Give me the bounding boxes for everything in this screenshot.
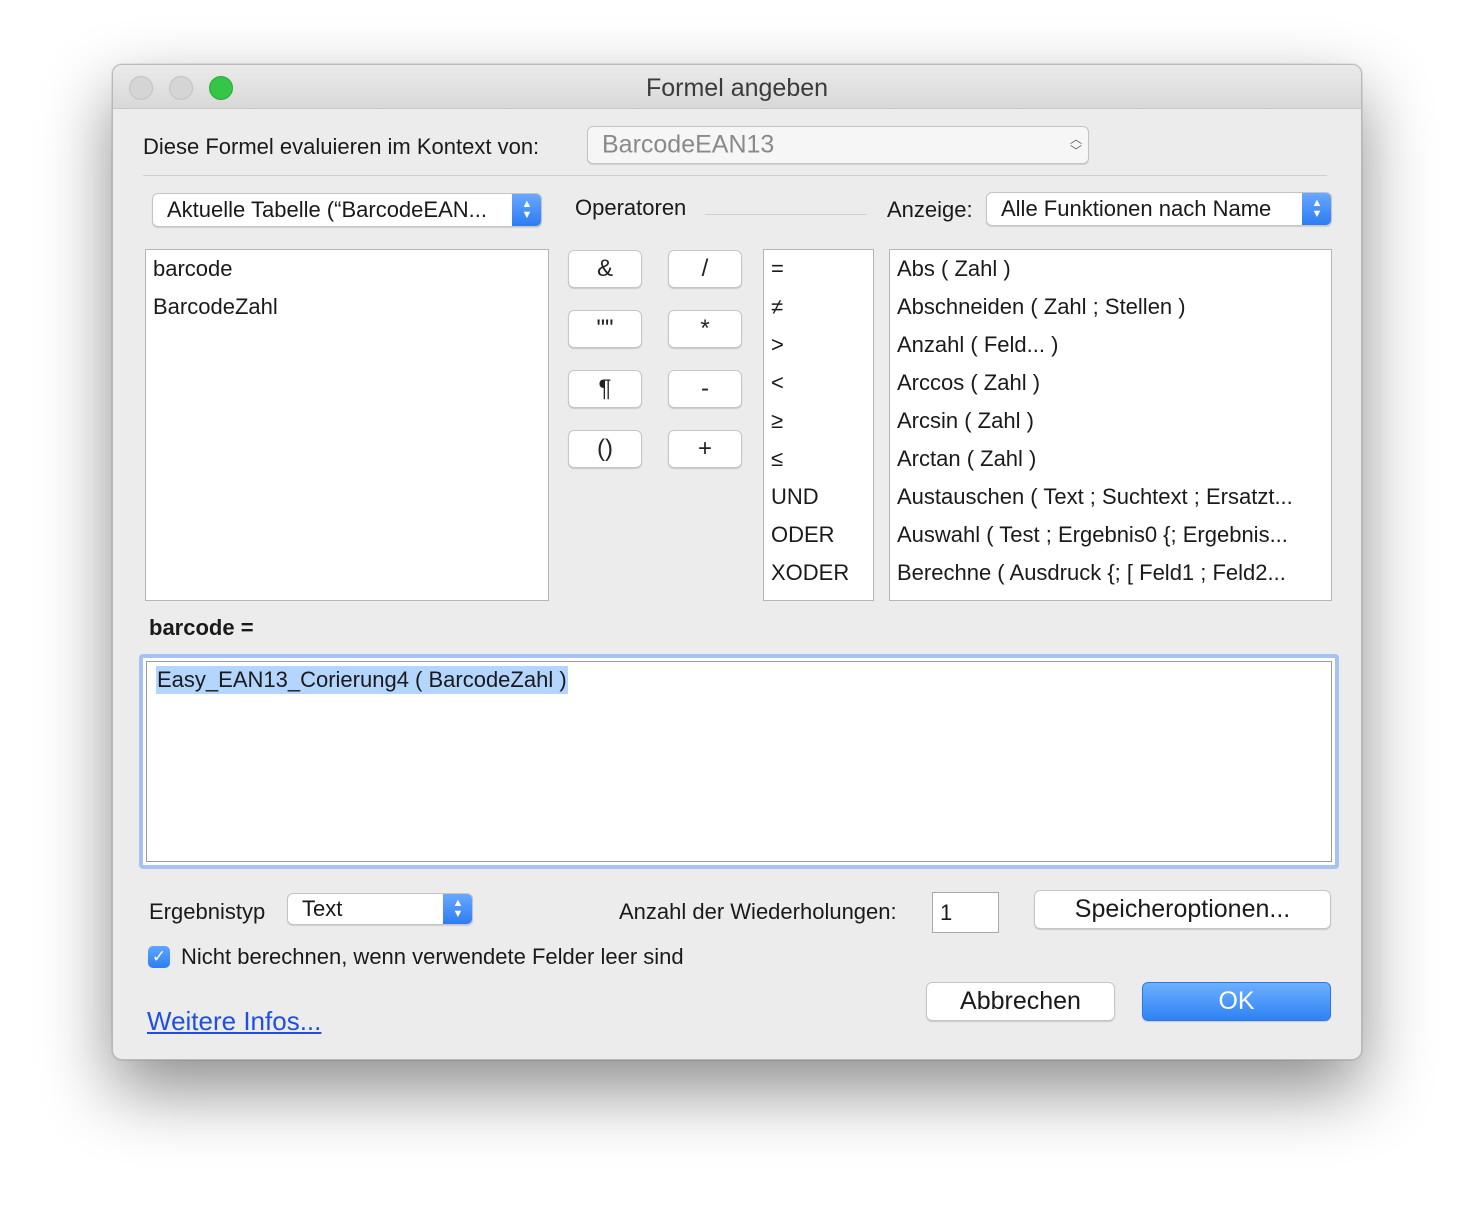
list-item[interactable]: ≥ [771,404,866,442]
list-item[interactable]: BarcodeZahl [153,290,541,328]
title-bar[interactable]: Formel angeben [113,65,1361,109]
table-popup-value: Aktuelle Tabelle (“BarcodeEAN... [167,197,487,222]
operator-divide-button[interactable]: / [668,250,742,288]
list-item[interactable]: Arcsin ( Zahl ) [897,404,1324,442]
fields-list[interactable]: barcode BarcodeZahl [145,249,549,601]
operators-divider [705,214,867,215]
checkbox-label[interactable]: Nicht berechnen, wenn verwendete Felder … [181,944,684,970]
functions-list[interactable]: Abs ( Zahl ) Abschneiden ( Zahl ; Stelle… [889,249,1332,601]
ok-button[interactable]: OK [1142,982,1331,1021]
display-popup[interactable]: Alle Funktionen nach Name ▲ ▼ [986,192,1332,226]
list-item[interactable]: Abs ( Zahl ) [897,252,1324,290]
list-item[interactable]: Anzahl ( Feld... ) [897,328,1324,366]
up-down-chevron-icon: ▲ ▼ [1302,193,1331,225]
table-popup[interactable]: Aktuelle Tabelle (“BarcodeEAN... ▲ ▼ [152,193,542,227]
operator-minus-button[interactable]: - [668,370,742,408]
formula-text[interactable]: Easy_EAN13_Corierung4 ( BarcodeZahl ) [156,666,568,694]
operator-quotes-button[interactable]: "" [568,310,642,348]
list-item[interactable]: Arctan ( Zahl ) [897,442,1324,480]
divider [143,175,1327,176]
list-item[interactable]: Austauschen ( Text ; Suchtext ; Ersatzt.… [897,480,1324,518]
operator-parentheses-button[interactable]: () [568,430,642,468]
operator-ampersand-button[interactable]: & [568,250,642,288]
list-item[interactable]: UND [771,480,866,518]
list-item[interactable]: > [771,328,866,366]
result-type-popup[interactable]: Text ▲ ▼ [287,893,473,925]
list-item[interactable]: Abschneiden ( Zahl ; Stellen ) [897,290,1324,328]
up-down-chevron-icon: ︿ ﹀ [1069,132,1082,158]
formula-label: barcode = [149,615,254,640]
list-item[interactable]: Auswahl ( Test ; Ergebnis0 {; Ergebnis..… [897,518,1324,556]
up-down-chevron-icon: ▲ ▼ [512,194,541,226]
comparison-operators-list[interactable]: = ≠ > < ≥ ≤ UND ODER XODER [763,249,874,601]
display-label: Anzeige: [887,197,973,222]
checkmark-icon[interactable]: ✓ [148,946,170,968]
window-title: Formel angeben [645,74,829,102]
context-popup[interactable]: BarcodeEAN13 ︿ ﹀ [587,126,1089,164]
display-popup-value: Alle Funktionen nach Name [1001,196,1272,221]
result-type-label: Ergebnistyp [149,899,266,924]
operator-pilcrow-button[interactable]: ¶ [568,370,642,408]
list-item[interactable]: barcode [153,252,541,290]
formula-dialog: Formel angeben Diese Formel evaluieren i… [112,64,1362,1060]
list-item[interactable]: = [771,252,866,290]
up-down-chevron-icon: ▲ ▼ [443,894,472,924]
list-item[interactable]: XODER [771,556,866,594]
more-info-link[interactable]: Weitere Infos... [147,1006,321,1037]
list-item[interactable]: < [771,366,866,404]
list-item[interactable]: ≤ [771,442,866,480]
operator-plus-button[interactable]: + [668,430,742,468]
operator-multiply-button[interactable]: * [668,310,742,348]
formula-editor[interactable]: Easy_EAN13_Corierung4 ( BarcodeZahl ) [139,654,1339,869]
context-value: BarcodeEAN13 [602,130,775,159]
context-label: Diese Formel evaluieren im Kontext von: [143,134,540,159]
formula-textarea[interactable]: Easy_EAN13_Corierung4 ( BarcodeZahl ) [146,661,1332,862]
storage-options-button[interactable]: Speicheroptionen... [1034,890,1331,929]
cancel-button[interactable]: Abbrechen [926,982,1115,1021]
result-type-value: Text [302,896,343,921]
list-item[interactable]: ODER [771,518,866,556]
repetitions-label: Anzahl der Wiederholungen: [619,899,897,924]
list-item[interactable]: Berechne ( Ausdruck {; [ Feld1 ; Feld2..… [897,556,1324,594]
list-item[interactable]: ≠ [771,290,866,328]
operators-label: Operatoren [575,195,687,220]
list-item[interactable]: Arccos ( Zahl ) [897,366,1324,404]
repetitions-input[interactable]: 1 [932,892,999,933]
